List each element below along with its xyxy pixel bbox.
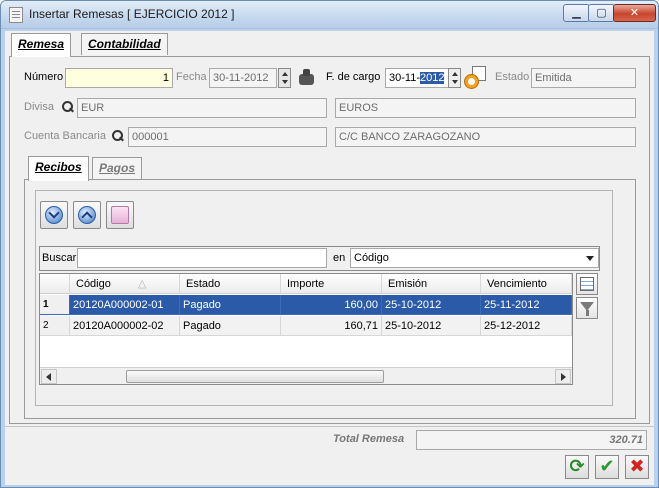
move-down-button[interactable] (40, 201, 68, 229)
arrow-right-icon (561, 373, 566, 381)
buscar-label: Buscar (42, 252, 77, 264)
horizontal-scrollbar[interactable] (40, 367, 572, 384)
search-input[interactable] (77, 248, 327, 268)
search-field-select[interactable]: Código (350, 248, 599, 268)
fcargo-value-selected: 2012 (419, 72, 445, 84)
window: Insertar Remesas [ EJERCICIO 2012 ] ▁ ▢ … (0, 0, 659, 488)
cancel-button[interactable]: ✖ (625, 455, 649, 479)
arrow-down-icon (45, 206, 63, 224)
fcargo-spinner[interactable] (448, 68, 461, 88)
tab-pagos-label: Pagos (99, 161, 136, 175)
cuenta-name-field: C/C BANCO ZARAGOZANO (335, 127, 636, 147)
client-area: Remesa Contabilidad Número 1 Fecha 30-11… (5, 31, 654, 485)
en-label: en (333, 252, 346, 264)
recibos-grid: Código △ Estado Importe Emisión Vencimie… (39, 273, 573, 385)
tab-remesa-label: Remesa (18, 37, 65, 51)
tab-remesa[interactable]: Remesa (11, 33, 72, 57)
fecha-spinner (278, 68, 291, 88)
cell-estado: Pagado (180, 295, 281, 315)
tab-pagos[interactable]: Pagos (92, 157, 143, 179)
fecha-label: Fecha (176, 71, 207, 83)
tab-contabilidad[interactable]: Contabilidad (81, 33, 168, 55)
print-button[interactable] (106, 201, 134, 229)
print-icon (111, 206, 129, 224)
refresh-button[interactable]: ⟳ (565, 455, 589, 479)
scroll-thumb[interactable] (126, 370, 384, 383)
stamp-icon[interactable] (297, 69, 317, 87)
search-field-value: Código (354, 252, 389, 264)
cuenta-search-icon[interactable] (112, 130, 124, 142)
grid-icon (580, 277, 594, 291)
cuenta-code-field: 000001 (128, 127, 327, 147)
estado-label: Estado (495, 71, 530, 83)
maximize-button[interactable]: ▢ (588, 4, 615, 22)
tab-recibos-label: Recibos (35, 160, 82, 174)
numero-label: Número (24, 71, 64, 83)
fecha-field: 30-11-2012 (209, 68, 277, 88)
col-estado-header[interactable]: Estado (180, 274, 281, 294)
cell-importe: 160,71 (281, 316, 382, 336)
col-codigo-label: Código (76, 278, 111, 290)
divisa-label: Divisa (24, 101, 54, 113)
check-icon: ✔ (599, 456, 615, 477)
divisa-search-icon[interactable] (62, 101, 74, 113)
sort-ascending-icon: △ (137, 278, 147, 290)
title-bar: Insertar Remesas [ EJERCICIO 2012 ] ▁ ▢ … (1, 1, 658, 29)
divisa-code-field: EUR (77, 98, 327, 118)
close-icon: ✖ (629, 456, 645, 477)
cell-vencimiento: 25-11-2012 (481, 295, 572, 315)
cell-importe: 160,00 (281, 295, 382, 315)
fcargo-label: F. de cargo (326, 71, 381, 83)
cell-vencimiento: 25-12-2012 (481, 316, 572, 336)
accept-button[interactable]: ✔ (595, 455, 619, 479)
total-field: 320.71 (416, 430, 647, 450)
scroll-right-button[interactable] (555, 369, 571, 384)
move-up-button[interactable] (73, 201, 101, 229)
table-row[interactable]: 2 20120A000002-02 Pagado 160,71 25-10-20… (40, 316, 572, 336)
cuenta-label: Cuenta Bancaria (24, 130, 106, 142)
total-label: Total Remesa (333, 433, 405, 445)
cell-emision: 25-10-2012 (382, 295, 481, 315)
tab-recibos[interactable]: Recibos (28, 156, 89, 181)
fcargo-field[interactable]: 30-11-2012 (385, 68, 449, 88)
cell-emision: 25-10-2012 (382, 316, 481, 336)
row-num-header (40, 274, 70, 294)
tab-contabilidad-label: Contabilidad (88, 37, 161, 51)
row-number: 2 (40, 316, 70, 336)
fcargo-value-prefix: 30-11- (389, 72, 420, 84)
col-importe-header[interactable]: Importe (281, 274, 382, 294)
arrow-left-icon (46, 373, 51, 381)
footer-divider (5, 426, 654, 427)
document-icon (9, 7, 23, 23)
row-number: 1 (40, 295, 70, 315)
filter-icon-stem (586, 310, 589, 316)
chevron-down-icon (586, 256, 594, 261)
cell-codigo: 20120A000002-02 (70, 316, 180, 336)
grid-header: Código △ Estado Importe Emisión Vencimie… (40, 274, 572, 294)
table-row[interactable]: 1 20120A000002-01 Pagado 160,00 25-10-20… (40, 295, 572, 315)
recibos-panel: Buscar en Código Código △ Estado Importe (24, 179, 636, 419)
grid-columns-button[interactable] (576, 273, 598, 295)
minimize-button[interactable]: ▁ (563, 4, 590, 22)
close-button[interactable]: ✕ (613, 4, 656, 22)
scroll-left-button[interactable] (41, 369, 57, 384)
numero-field[interactable]: 1 (65, 68, 173, 88)
col-codigo-header[interactable]: Código △ (70, 274, 180, 294)
cell-codigo: 20120A000002-01 (70, 295, 180, 315)
estado-field: Emitida (531, 68, 636, 88)
col-emision-header[interactable]: Emisión (382, 274, 481, 294)
recibos-inner-frame: Buscar en Código Código △ Estado Importe (35, 190, 613, 406)
cell-estado: Pagado (180, 316, 281, 336)
col-vencimiento-header[interactable]: Vencimiento (481, 274, 572, 294)
remesa-panel: Número 1 Fecha 30-11-2012 F. de cargo 30… (9, 56, 650, 424)
refresh-icon: ⟳ (569, 456, 585, 477)
arrow-up-icon (78, 206, 96, 224)
window-title: Insertar Remesas [ EJERCICIO 2012 ] (29, 7, 235, 21)
calendar-icon[interactable] (464, 66, 488, 90)
divisa-name-field: EUROS (335, 98, 636, 118)
search-bar: Buscar en Código (39, 246, 600, 271)
filter-button[interactable] (576, 297, 598, 319)
